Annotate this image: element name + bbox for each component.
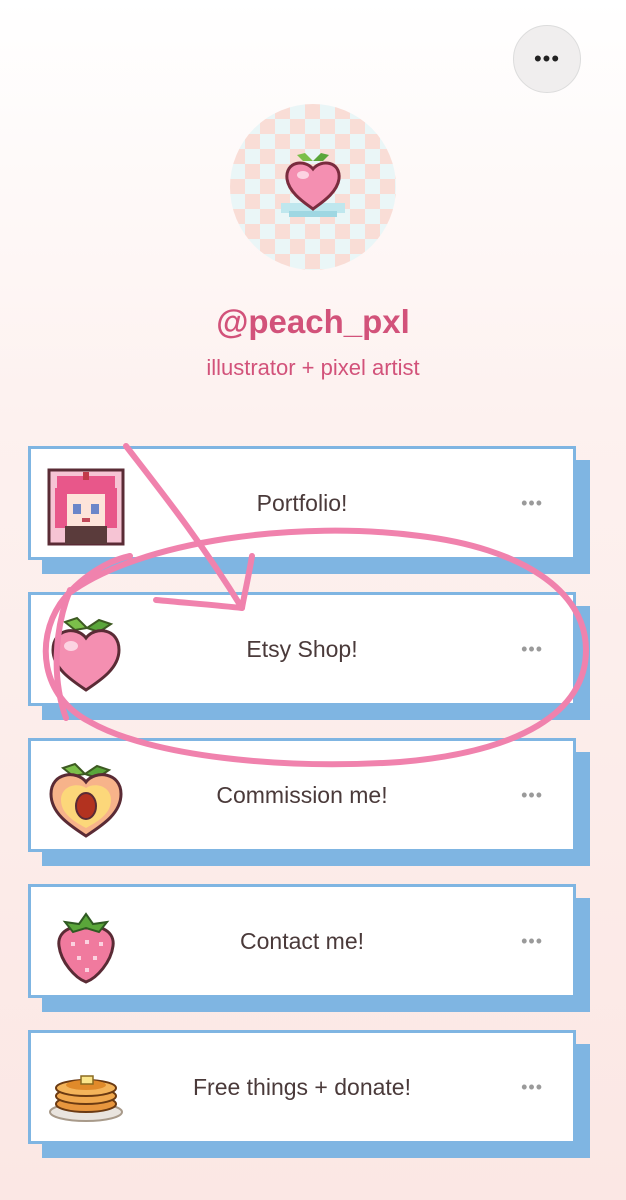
link-label: Etsy Shop! — [246, 635, 358, 662]
peach-icon — [51, 616, 121, 692]
link-label: Portfolio! — [256, 489, 348, 516]
link-card[interactable]: Etsy Shop! ••• — [28, 592, 576, 706]
link-etsy-shop[interactable]: Etsy Shop! ••• — [28, 592, 590, 720]
link-label: Commission me! — [216, 781, 388, 808]
link-more-button[interactable]: ••• — [521, 741, 543, 849]
link-more-button[interactable]: ••• — [521, 887, 543, 995]
ellipsis-icon: ••• — [533, 46, 561, 71]
link-more-button[interactable]: ••• — [521, 449, 543, 557]
link-more-button[interactable]: ••• — [521, 595, 543, 703]
link-commission[interactable]: Commission me! ••• — [28, 738, 590, 866]
peach-half-icon — [49, 762, 123, 838]
pancakes-icon — [49, 1075, 123, 1122]
pixel-character-icon — [47, 468, 125, 546]
bio: illustrator + pixel artist — [206, 355, 420, 380]
avatar — [230, 104, 396, 270]
link-card[interactable]: Commission me! ••• — [28, 738, 576, 852]
link-label: Free things + donate! — [192, 1073, 411, 1100]
peach-heart-icon — [281, 153, 345, 217]
username: @peach_pxl — [216, 303, 410, 340]
link-more-button[interactable]: ••• — [521, 1033, 543, 1141]
more-options-button[interactable]: ••• — [513, 25, 581, 93]
link-free-things[interactable]: Free things + donate! ••• — [28, 1030, 590, 1158]
link-portfolio[interactable]: Portfolio! ••• — [28, 446, 590, 574]
link-card[interactable]: Portfolio! ••• — [28, 446, 576, 560]
link-contact[interactable]: Contact me! ••• — [28, 884, 590, 1012]
link-card[interactable]: Contact me! ••• — [28, 884, 576, 998]
strawberry-icon — [57, 912, 115, 984]
link-label: Contact me! — [240, 927, 364, 954]
link-card[interactable]: Free things + donate! ••• — [28, 1030, 576, 1144]
